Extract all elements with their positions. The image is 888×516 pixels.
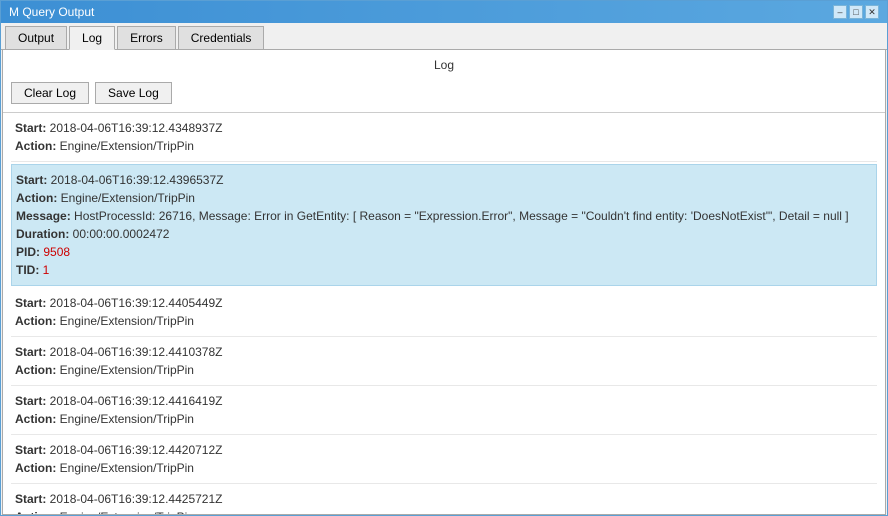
log-field-label: Action: [15,314,60,328]
close-button[interactable]: ✕ [865,5,879,19]
log-field-value: Engine/Extension/TripPin [60,363,194,377]
log-field-label: Duration: [16,227,73,241]
log-field-value: 1 [43,263,50,277]
log-field-label: PID: [16,245,43,259]
clear-log-button[interactable]: Clear Log [11,82,89,104]
log-field-label: Start: [15,394,50,408]
log-field-value: Engine/Extension/TripPin [60,510,194,514]
log-field-label: Start: [15,296,50,310]
log-field-value: 2018-04-06T16:39:12.4420712Z [50,443,223,457]
toolbar: Clear Log Save Log [3,78,885,112]
log-field-label: Action: [15,363,60,377]
log-field-value: Engine/Extension/TripPin [60,314,194,328]
window-title: M Query Output [9,5,94,19]
log-field-value: 2018-04-06T16:39:12.4405449Z [50,296,223,310]
log-field-value: 2018-04-06T16:39:12.4416419Z [50,394,223,408]
log-field-value: 9508 [43,245,70,259]
log-entry[interactable]: Start: 2018-04-06T16:39:12.4405449Z Actio… [11,288,877,337]
title-bar: M Query Output – □ ✕ [1,1,887,23]
log-area[interactable]: Start: 2018-04-06T16:39:12.4348937Z Actio… [3,112,885,514]
log-field-label: Start: [16,173,51,187]
tab-errors[interactable]: Errors [117,26,176,49]
log-field-value: 00:00:00.0002472 [73,227,170,241]
log-entry[interactable]: Start: 2018-04-06T16:39:12.4348937Z Actio… [11,113,877,162]
tab-bar: Output Log Errors Credentials [1,23,887,50]
restore-button[interactable]: □ [849,5,863,19]
content-area: Log Clear Log Save Log Start: 2018-04-06… [2,50,886,515]
log-field-value: Engine/Extension/TripPin [60,139,194,153]
log-entry[interactable]: Start: 2018-04-06T16:39:12.4420712Z Actio… [11,435,877,484]
log-field-value: Engine/Extension/TripPin [61,191,195,205]
tab-log[interactable]: Log [69,26,115,50]
log-field-label: Action: [16,191,61,205]
log-entry[interactable]: Start: 2018-04-06T16:39:12.4416419Z Actio… [11,386,877,435]
log-field-label: Start: [15,345,50,359]
log-entry[interactable]: Start: 2018-04-06T16:39:12.4425721Z Actio… [11,484,877,514]
log-field-label: Action: [15,139,60,153]
log-field-value: HostProcessId: 26716, Message: Error in … [74,209,849,223]
log-field-label: TID: [16,263,43,277]
log-field-value: Engine/Extension/TripPin [60,461,194,475]
log-field-label: Start: [15,121,50,135]
log-field-label: Action: [15,461,60,475]
log-field-value: 2018-04-06T16:39:12.4348937Z [50,121,223,135]
log-field-value: 2018-04-06T16:39:12.4425721Z [50,492,223,506]
tab-output[interactable]: Output [5,26,67,49]
log-title: Log [3,50,885,78]
log-field-label: Start: [15,443,50,457]
log-entry[interactable]: Start: 2018-04-06T16:39:12.4410378Z Actio… [11,337,877,386]
window-controls: – □ ✕ [833,5,879,19]
minimize-button[interactable]: – [833,5,847,19]
log-field-value: Engine/Extension/TripPin [60,412,194,426]
log-field-label: Start: [15,492,50,506]
log-field-value: 2018-04-06T16:39:12.4396537Z [51,173,224,187]
log-field-value: 2018-04-06T16:39:12.4410378Z [50,345,223,359]
save-log-button[interactable]: Save Log [95,82,172,104]
log-field-label: Action: [15,510,60,514]
tab-credentials[interactable]: Credentials [178,26,265,49]
log-field-label: Action: [15,412,60,426]
main-window: M Query Output – □ ✕ Output Log Errors C… [0,0,888,516]
log-entry[interactable]: Start: 2018-04-06T16:39:12.4396537Z Actio… [11,164,877,286]
log-field-label: Message: [16,209,74,223]
